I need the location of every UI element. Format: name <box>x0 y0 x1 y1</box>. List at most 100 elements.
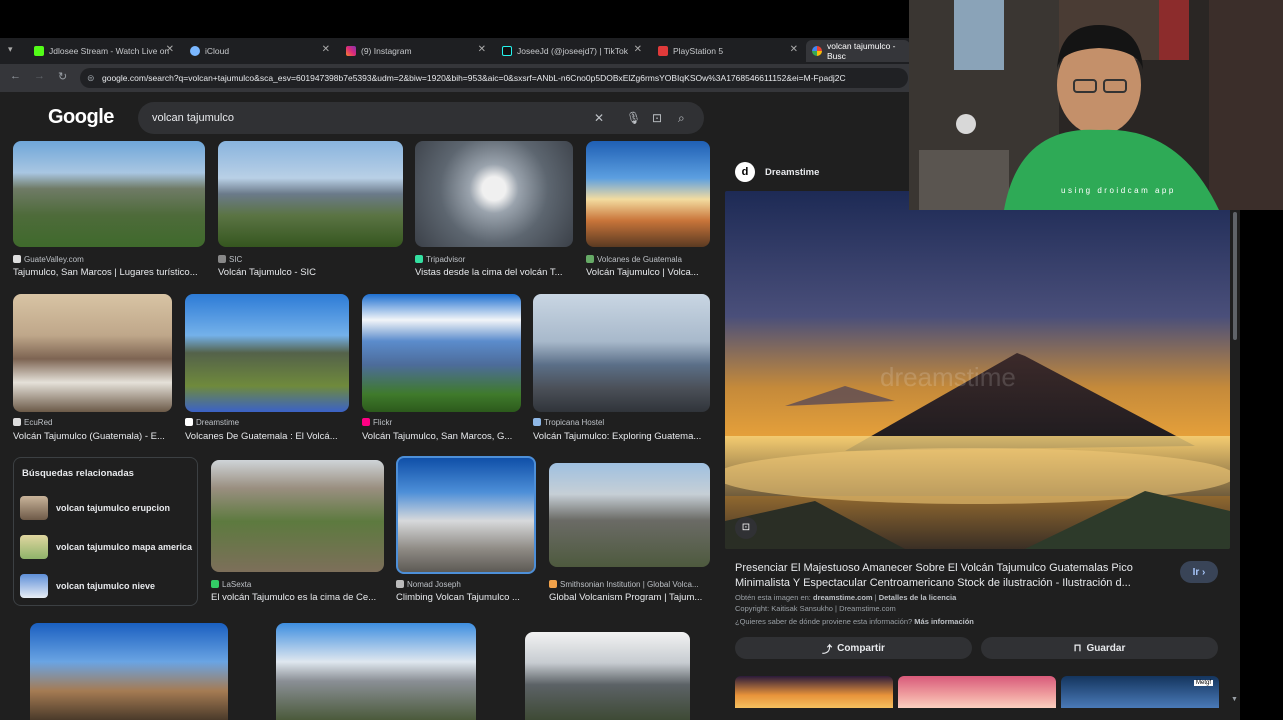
tab-tiktok[interactable]: JoseeJd (@joseejd7) | TikTok ✕ <box>496 40 646 62</box>
close-icon[interactable]: ✕ <box>322 44 330 55</box>
tab-google-search[interactable]: volcan tajumulco - Busc <box>806 40 910 62</box>
result-title[interactable]: Tajumulco, San Marcos | Lugares turístic… <box>13 267 205 278</box>
tab-instagram[interactable]: (9) Instagram ✕ <box>340 40 490 62</box>
result-card[interactable]: Dreamstime Volcanes De Guatemala : El Vo… <box>185 294 349 442</box>
chevron-right-icon: › <box>1199 566 1206 578</box>
result-card[interactable]: Tripadvisor Vistas desde la cima del vol… <box>415 141 573 281</box>
forward-icon[interactable]: → <box>34 70 45 82</box>
result-image[interactable] <box>13 294 172 412</box>
search-query: volcan tajumulco <box>152 112 234 124</box>
google-logo[interactable]: Google <box>48 106 114 129</box>
result-title[interactable]: Global Volcanism Program | Tajum... <box>549 592 710 603</box>
related-thumb-1[interactable] <box>735 676 893 708</box>
scroll-down-icon[interactable]: ▼ <box>1231 696 1238 703</box>
dreamstime-logo-icon: d <box>735 162 755 182</box>
result-card[interactable]: Flickr Volcán Tajumulco, San Marcos, G..… <box>362 294 521 442</box>
result-image[interactable] <box>185 294 349 412</box>
result-image[interactable] <box>211 460 384 572</box>
panel-site-name[interactable]: Dreamstime <box>765 167 819 178</box>
related-thumb-3[interactable]: Metgf <box>1061 676 1219 708</box>
result-image[interactable] <box>362 294 521 412</box>
close-icon[interactable]: ✕ <box>790 44 798 55</box>
result-source: EcuRed <box>13 418 52 427</box>
related-thumb-2[interactable] <box>898 676 1056 708</box>
tab-kick[interactable]: Jdlosee Stream - Watch Live on ✕ <box>28 40 178 62</box>
result-image[interactable] <box>276 623 476 720</box>
search-icon[interactable]: ⌕ <box>678 102 685 134</box>
result-card[interactable] <box>30 623 228 720</box>
result-image[interactable] <box>396 456 536 574</box>
share-button[interactable]: ⤴ Compartir <box>735 637 972 659</box>
result-title[interactable]: Climbing Volcan Tajumulco ... <box>396 592 536 603</box>
result-source: Tropicana Hostel <box>533 418 604 427</box>
result-title[interactable]: Volcán Tajumulco: Exploring Guatema... <box>533 431 710 442</box>
result-card[interactable]: LaSexta El volcán Tajumulco es la cima d… <box>211 460 384 604</box>
thumb-badge: Metgf <box>1193 680 1213 686</box>
playstation-icon <box>658 46 668 56</box>
result-image[interactable] <box>533 294 710 412</box>
lens-search-icon[interactable]: ⊡ <box>735 517 757 539</box>
result-title[interactable]: Vistas desde la cima del volcán T... <box>415 267 573 278</box>
result-card[interactable]: GuateValley.com Tajumulco, San Marcos | … <box>13 141 205 281</box>
result-card[interactable]: SIC Volcán Tajumulco - SIC <box>218 141 403 281</box>
result-title[interactable]: Volcán Tajumulco | Volca... <box>586 267 710 278</box>
result-image[interactable] <box>13 141 205 247</box>
more-info-link[interactable]: Más información <box>914 617 974 626</box>
obtain-site-link[interactable]: dreamstime.com <box>813 593 873 602</box>
lens-icon[interactable]: ⊡ <box>652 102 662 134</box>
save-button[interactable]: ⊓ Guardar <box>981 637 1218 659</box>
reload-icon[interactable]: ↻ <box>58 70 67 83</box>
related-search-label: volcan tajumulco erupcion <box>56 503 171 513</box>
result-card[interactable]: Volcanes de Guatemala Volcán Tajumulco |… <box>586 141 710 281</box>
tab-list-chevron-icon[interactable]: ▾ <box>8 44 13 55</box>
result-title[interactable]: Volcán Tajumulco, San Marcos, G... <box>362 431 521 442</box>
close-icon[interactable]: ✕ <box>634 44 642 55</box>
result-title[interactable]: Volcán Tajumulco - SIC <box>218 267 403 278</box>
result-image[interactable] <box>218 141 403 247</box>
result-card[interactable]: Tropicana Hostel Volcán Tajumulco: Explo… <box>533 294 710 442</box>
result-card[interactable]: Nomad Joseph Climbing Volcan Tajumulco .… <box>396 456 536 604</box>
result-image[interactable] <box>525 632 690 720</box>
result-image[interactable] <box>30 623 228 720</box>
tiktok-icon <box>502 46 512 56</box>
result-title[interactable]: Volcanes De Guatemala : El Volcá... <box>185 431 349 442</box>
close-icon[interactable]: ✕ <box>166 44 174 55</box>
license-link[interactable]: Detalles de la licencia <box>879 593 957 602</box>
related-search-item[interactable]: volcan tajumulco nieve <box>20 573 195 599</box>
site-favicon-icon <box>396 580 404 588</box>
result-card[interactable]: Smithsonian Institution | Global Volca..… <box>549 463 710 604</box>
preview-title[interactable]: Presenciar El Majestuoso Amanecer Sobre … <box>735 561 1167 591</box>
result-source: Volcanes de Guatemala <box>586 255 682 264</box>
result-card[interactable] <box>525 632 690 720</box>
related-search-item[interactable]: volcan tajumulco mapa america <box>20 534 195 560</box>
site-info-icon[interactable]: ⊜ <box>87 68 95 88</box>
scrollbar[interactable]: ▼ <box>1230 210 1240 710</box>
scrollbar-thumb[interactable] <box>1233 212 1237 340</box>
close-icon[interactable]: ✕ <box>478 44 486 55</box>
site-favicon-icon <box>13 418 21 426</box>
share-icon: ⤴ <box>822 644 833 656</box>
google-icon <box>812 46 822 56</box>
tab-icloud[interactable]: iCloud ✕ <box>184 40 334 62</box>
result-image[interactable] <box>415 141 573 247</box>
result-title[interactable]: El volcán Tajumulco es la cima de Ce... <box>211 592 384 603</box>
site-favicon-icon <box>362 418 370 426</box>
kick-icon <box>34 46 44 56</box>
result-image[interactable] <box>586 141 710 247</box>
result-card[interactable]: EcuRed Volcán Tajumulco (Guatemala) - E.… <box>13 294 172 442</box>
tab-playstation[interactable]: PlayStation 5 ✕ <box>652 40 802 62</box>
related-search-item[interactable]: volcan tajumulco erupcion <box>20 495 195 521</box>
search-box[interactable]: volcan tajumulco ✕ 🎙︎ ⊡ ⌕ <box>138 102 704 134</box>
result-source-text: Tropicana Hostel <box>544 418 605 427</box>
result-title[interactable]: Volcán Tajumulco (Guatemala) - E... <box>13 431 172 442</box>
result-source-text: Tripadvisor <box>426 255 466 264</box>
result-source-text: Dreamstime <box>196 418 240 427</box>
voice-search-icon[interactable]: 🎙︎ <box>626 102 641 134</box>
visit-button[interactable]: Ir › <box>1180 561 1218 583</box>
url-input[interactable]: ⊜ google.com/search?q=volcan+tajumulco&s… <box>80 68 908 88</box>
result-card[interactable] <box>276 623 476 720</box>
clear-icon[interactable]: ✕ <box>594 102 604 134</box>
back-icon[interactable]: ← <box>10 70 21 82</box>
result-image[interactable] <box>549 463 710 567</box>
preview-image[interactable]: dreamstime ⊡ <box>725 191 1230 549</box>
